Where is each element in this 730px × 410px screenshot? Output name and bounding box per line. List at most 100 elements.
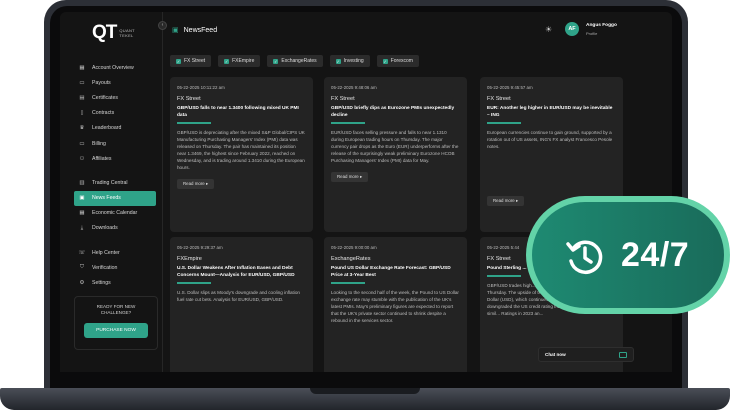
card-date: 05-22-2025 10:11:22 am xyxy=(177,85,225,90)
card-source: FX Street xyxy=(331,96,355,102)
promo-box: READY FOR NEW CHALLENGE? PURCHASE NOW xyxy=(74,296,158,350)
user-name[interactable]: Angus Foggo xyxy=(586,23,617,28)
collapse-sidebar-icon[interactable]: ‹ xyxy=(158,21,167,30)
card-body: Looking to the second half of the week, … xyxy=(331,290,459,323)
sidebar-item-trading-central[interactable]: ▥ Trading Central xyxy=(74,175,156,190)
card-title: GBP/USD falls to near 1.3400 following m… xyxy=(177,106,299,118)
card-accent-bar xyxy=(487,122,521,124)
theme-toggle-icon[interactable]: ☀ xyxy=(545,25,552,34)
card-accent-bar xyxy=(487,275,521,277)
card-body: U.S. Dollar slips as Moody's downgrade a… xyxy=(177,290,300,302)
download-icon: ⤓ xyxy=(80,224,84,231)
brand-logo[interactable]: QT QUANT TEKEL xyxy=(92,22,135,44)
promo-text: READY FOR NEW CHALLENGE? xyxy=(75,304,157,316)
affiliates-icon: ⚇ xyxy=(79,155,85,162)
card-title: Pound US Dollar Exchange Rate Forecast: … xyxy=(331,266,451,278)
source-filters: ✓ FX Street ✓ FXEmpire ✓ ExchangeRates ✓ Inv… xyxy=(170,55,419,67)
sidebar-item-label: Payouts xyxy=(92,79,111,86)
sidebar-item-label: Downloads xyxy=(92,225,118,232)
read-more-button[interactable]: Read more ▸ xyxy=(177,179,215,189)
checkbox-checked-icon: ✓ xyxy=(382,58,388,64)
sidebar-item-label: Help Center xyxy=(92,249,120,256)
filter-fx-street[interactable]: ✓ FX Street xyxy=(170,55,212,67)
sidebar-item-news-feeds[interactable]: ▣ News Feeds xyxy=(74,190,156,206)
card-title: EUR: Another leg higher in EUR/USD may b… xyxy=(487,106,613,118)
filter-label: Investing xyxy=(343,58,364,64)
sidebar-item-economic-calendar[interactable]: ▦ Economic Calendar xyxy=(74,206,156,221)
read-more-button[interactable]: Read more ▸ xyxy=(331,172,369,182)
sidebar-item-label: Trading Central xyxy=(92,179,128,186)
avatar[interactable]: AF xyxy=(565,22,579,36)
logo-sub-line-2: TEKEL xyxy=(119,33,134,38)
checkbox-checked-icon: ✓ xyxy=(224,58,230,64)
calendar-icon: ▦ xyxy=(79,210,85,217)
page-title-text: NewsFeed xyxy=(183,26,218,34)
app-screen: QT QUANT TEKEL ▦ Account Overview ▭ Payout… xyxy=(60,12,672,372)
checkbox-checked-icon: ✓ xyxy=(273,58,279,64)
laptop-notch xyxy=(310,388,420,394)
card-accent-bar xyxy=(177,282,211,284)
laptop-mockup: QT QUANT TEKEL ▦ Account Overview ▭ Payout… xyxy=(0,0,730,410)
sidebar-item-label: Affiliates xyxy=(92,155,112,162)
wallet-icon: ▭ xyxy=(79,79,85,86)
chat-now-button[interactable]: Chat now xyxy=(538,347,634,362)
grid-icon: ▦ xyxy=(79,64,85,71)
sidebar-item-label: Settings xyxy=(92,280,111,287)
sidebar: QT QUANT TEKEL ▦ Account Overview ▭ Payout… xyxy=(60,12,160,372)
history-clock-icon xyxy=(566,240,603,274)
filter-label: FX Street xyxy=(184,58,206,64)
sidebar-nav: ▦ Account Overview ▭ Payouts ▤ Certificates… xyxy=(74,60,156,291)
promo-line-2: CHALLENGE? xyxy=(100,310,132,315)
user-role: Profile xyxy=(586,31,598,36)
card-title: U.S. Dollar Weakens After Inflation Ease… xyxy=(177,266,295,278)
filter-exchangerates[interactable]: ✓ ExchangeRates xyxy=(267,55,323,67)
promo-line-1: READY FOR NEW xyxy=(96,304,136,309)
read-more-button[interactable]: Read more ▸ xyxy=(487,196,525,206)
card-source: FX Street xyxy=(177,96,201,102)
sidebar-item-affiliates[interactable]: ⚇ Affiliates xyxy=(74,151,156,166)
card-date: 05-22-2025 9:45:57 am xyxy=(487,85,533,90)
card-body: European currencies continue to gain gro… xyxy=(487,130,613,149)
certificate-icon: ▤ xyxy=(79,94,85,101)
sidebar-item-payouts[interactable]: ▭ Payouts xyxy=(74,75,156,90)
sidebar-item-settings[interactable]: ⚙ Settings xyxy=(74,275,156,290)
purchase-now-button[interactable]: PURCHASE NOW xyxy=(84,323,148,338)
filter-forexcom[interactable]: ✓ Forexcom xyxy=(376,55,419,67)
sidebar-item-verification[interactable]: ⛉ Verification xyxy=(74,260,156,275)
card-accent-bar xyxy=(331,282,365,284)
card-date: 05-22-2025 9:29:37 am xyxy=(177,245,223,250)
sidebar-item-contracts[interactable]: ▯ Contracts xyxy=(74,106,156,121)
filter-fxempire[interactable]: ✓ FXEmpire xyxy=(218,55,261,67)
sidebar-item-label: Leaderboard xyxy=(92,125,122,132)
card-date: 05-22-2025 9:00:00 am xyxy=(331,245,377,250)
sidebar-item-label: Account Overview xyxy=(92,64,134,71)
chat-label: Chat now xyxy=(545,352,566,357)
sidebar-item-account-overview[interactable]: ▦ Account Overview xyxy=(74,60,156,75)
card-accent-bar xyxy=(331,122,365,124)
read-more-label: Read more xyxy=(183,181,205,186)
card-body: EUR/USD faces selling pressure and falls… xyxy=(331,130,459,163)
sidebar-item-billing[interactable]: ▭ Billing xyxy=(74,136,156,151)
news-card[interactable]: 05-22-2025 9:00:00 am ExchangeRates Poun… xyxy=(324,237,467,372)
card-accent-bar xyxy=(177,122,211,124)
shield-icon: ⛉ xyxy=(79,264,85,271)
sidebar-item-help-center[interactable]: ☏ Help Center xyxy=(74,245,156,260)
sidebar-divider xyxy=(162,12,163,372)
read-more-label: Read more xyxy=(493,198,515,203)
news-card[interactable]: 05-22-2025 10:11:22 am FX Street GBP/USD… xyxy=(170,77,313,232)
sidebar-item-label: News Feeds xyxy=(92,195,121,202)
sidebar-item-leaderboard[interactable]: ♛ Leaderboard xyxy=(74,121,156,136)
checkbox-checked-icon: ✓ xyxy=(176,58,181,64)
logo-subtext: QUANT TEKEL xyxy=(119,28,135,38)
filter-label: Forexcom xyxy=(390,58,413,64)
chat-bubble-icon xyxy=(619,351,627,358)
sidebar-item-downloads[interactable]: ⤓ Downloads xyxy=(74,221,156,236)
logo-mark: QT xyxy=(92,22,117,43)
filter-label: ExchangeRates xyxy=(281,58,317,64)
contract-icon: ▯ xyxy=(80,110,84,117)
news-card[interactable]: 05-22-2025 9:29:37 am FXEmpire U.S. Doll… xyxy=(170,237,313,372)
news-card[interactable]: 05-22-2025 9:48:06 am FX Street GBP/USD … xyxy=(324,77,467,232)
filter-investing[interactable]: ✓ Investing xyxy=(329,55,370,67)
card-source: FX Street xyxy=(487,96,511,102)
sidebar-item-certificates[interactable]: ▤ Certificates xyxy=(74,90,156,105)
